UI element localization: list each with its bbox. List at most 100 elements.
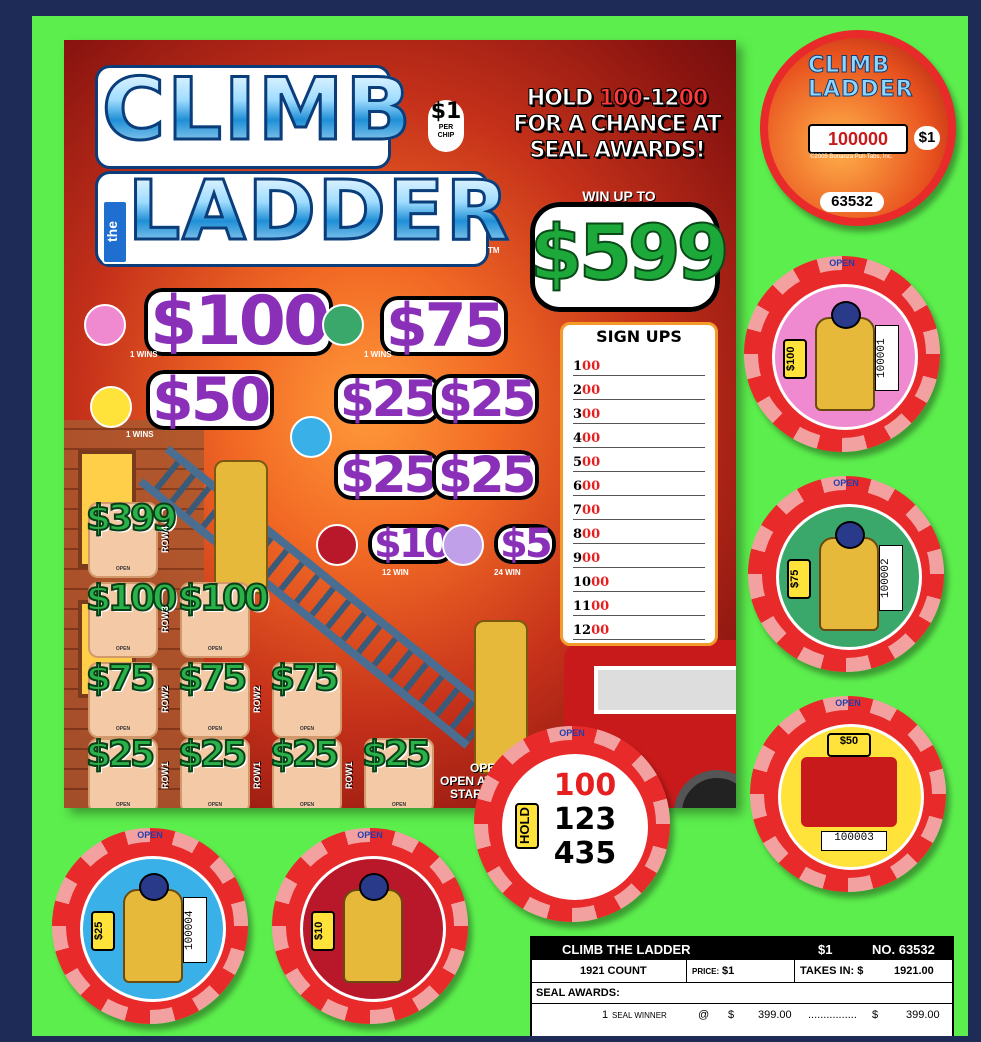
game-card: CLIMB the LADDER TM $1 PER CHIP HOLD 100… <box>64 40 736 808</box>
sign-ups-title: SIGN UPS <box>596 327 682 346</box>
sign-up-number: 1200 <box>573 623 609 638</box>
tab-value: $75 <box>85 657 156 700</box>
sign-up-number: 900 <box>573 551 600 566</box>
pull-tab-row3[interactable]: $100 OPEN <box>177 577 270 658</box>
logo-chip-title: CLIMB LADDER <box>808 53 914 102</box>
sign-up-number-b: 00 <box>582 479 601 494</box>
tab-open-label: OPEN <box>207 726 223 732</box>
hold-numbers: 100 123 435 <box>545 769 625 871</box>
firefighter-standing-icon <box>322 304 364 346</box>
logo-ladder: LADDER <box>126 163 512 261</box>
sign-up-row[interactable]: 600 <box>573 473 705 496</box>
chip-open-label: OPEN <box>835 698 861 708</box>
flare-award-row: 1 SEAL WINNER @ $ 399.00 ...............… <box>532 1004 952 1026</box>
prize-50: $50 <box>146 370 275 430</box>
sign-up-number-a: 8 <box>573 527 583 542</box>
sign-up-number: 200 <box>573 383 600 398</box>
tab-open-label: OPEN <box>115 726 131 732</box>
per-chip-price: $1 <box>430 99 462 124</box>
divider <box>794 960 795 982</box>
wins-label: 1 WINS <box>364 350 392 359</box>
sign-up-row[interactable]: 800 <box>573 521 705 544</box>
prize-5: $5 <box>494 524 556 564</box>
pull-tab-row4[interactable]: $399 OPEN <box>85 497 178 578</box>
tab-open-label: OPEN <box>391 802 407 808</box>
sign-up-number-b: 00 <box>591 575 610 590</box>
sign-up-number-a: 2 <box>573 383 583 398</box>
firefighter-on-ladder <box>214 460 268 594</box>
flare-price-label: PRICE: <box>692 967 720 976</box>
hold-number: 435 <box>553 836 617 871</box>
sign-up-row[interactable]: 700 <box>573 497 705 520</box>
pull-tab-row1[interactable]: $25 OPEN <box>85 733 158 808</box>
flare-header: CLIMB THE LADDER $1 NO. 63532 <box>532 938 952 960</box>
chip-10[interactable]: OPEN $10 <box>272 828 468 1024</box>
prize-100: $100 <box>144 288 334 356</box>
hold-text: FOR A CHANCE AT <box>513 112 722 138</box>
sign-up-row[interactable]: 200 <box>573 377 705 400</box>
flare-seal-awards-row: SEAL AWARDS: <box>532 983 952 1004</box>
pull-tab-row2[interactable]: $75 OPEN <box>85 657 158 738</box>
logo-chip-climb: CLIMB <box>808 53 891 78</box>
prize-25: $25 <box>432 374 540 424</box>
flare-count-row: 1921 COUNT PRICE: $1 TAKES IN: $ 1921.00 <box>532 960 952 983</box>
tab-value: $75 <box>177 657 248 700</box>
sign-ups-board: SIGN UPS 100 200 300 400 500 600 700 800 900 1000… <box>560 322 718 646</box>
hold-text-red: 100 <box>598 86 643 112</box>
tab-open-label: OPEN <box>207 802 223 808</box>
pull-tab-row1[interactable]: $25 OPEN <box>177 733 250 808</box>
tab-value: $25 <box>269 733 340 776</box>
chip-100[interactable]: OPEN $100 100001 <box>744 256 940 452</box>
sign-up-row[interactable]: 1200 <box>573 617 705 640</box>
chip-75[interactable]: OPEN $75 100002 <box>748 476 944 672</box>
row-label: ROW1 <box>160 762 170 790</box>
sign-up-row[interactable]: 1100 <box>573 593 705 616</box>
sign-up-row[interactable]: 500 <box>573 449 705 472</box>
truck-wheel <box>674 770 736 808</box>
sign-up-number-b: 00 <box>591 599 610 614</box>
sign-up-number-a: 10 <box>573 575 592 590</box>
tab-open-label: OPEN <box>207 646 223 652</box>
flare-count: 1921 COUNT <box>580 965 647 977</box>
sign-up-number: 700 <box>573 503 600 518</box>
per-chip-badge: $1 PER CHIP <box>428 100 464 152</box>
chip-50[interactable]: OPEN $50 100003 <box>750 696 946 892</box>
pull-tab-row3[interactable]: $100 OPEN <box>85 577 178 658</box>
sign-up-number-b: 00 <box>591 623 610 638</box>
sign-up-row[interactable]: 100 <box>573 353 705 376</box>
sign-up-number: 1000 <box>573 575 609 590</box>
firefighter-kneeling-icon <box>815 301 875 411</box>
hold-number: 123 <box>553 802 617 837</box>
prize-75: $75 <box>380 296 509 356</box>
wins-label: 24 WIN <box>494 568 521 577</box>
sign-up-number-a: 3 <box>573 407 583 422</box>
sign-up-row[interactable]: 900 <box>573 545 705 568</box>
hold-number: 100 <box>553 768 617 803</box>
sign-up-number: 600 <box>573 479 600 494</box>
chip-25[interactable]: OPEN $25 100004 <box>52 828 248 1024</box>
sign-up-number-b: 00 <box>582 527 601 542</box>
pull-tab-row2[interactable]: $75 OPEN <box>269 657 342 738</box>
pull-tab-row1[interactable]: $25 OPEN <box>361 733 434 808</box>
hold-chip[interactable]: OPEN HOLD 100 123 435 <box>474 726 670 922</box>
sign-up-number: 300 <box>573 407 600 422</box>
logo-chip: CLIMB LADDER 100000 $1 ©2005 Bonanza Pul… <box>760 30 956 226</box>
hold-tag: HOLD <box>515 803 539 849</box>
row-label: ROW4 <box>160 526 170 554</box>
fire-hose-reel-icon <box>442 524 484 566</box>
per-chip-label: PER <box>438 124 454 131</box>
sign-up-row[interactable]: 400 <box>573 425 705 448</box>
sign-up-row[interactable]: 1000 <box>573 569 705 592</box>
chip-serial: 100004 <box>183 897 207 963</box>
chip-open-label: OPEN <box>829 258 855 268</box>
flare-table: CLIMB THE LADDER $1 NO. 63532 1921 COUNT… <box>530 936 954 1036</box>
prize-25: $25 <box>432 450 540 500</box>
chip-serial: 100003 <box>821 831 887 851</box>
sign-up-number: 800 <box>573 527 600 542</box>
tab-value: $25 <box>85 733 156 776</box>
sign-up-row[interactable]: 300 <box>573 401 705 424</box>
pull-tab-row1[interactable]: $25 OPEN <box>269 733 342 808</box>
flare-serial: NO. 63532 <box>872 942 935 957</box>
award-qty: 1 <box>602 1009 609 1021</box>
pull-tab-row2[interactable]: $75 OPEN <box>177 657 250 738</box>
